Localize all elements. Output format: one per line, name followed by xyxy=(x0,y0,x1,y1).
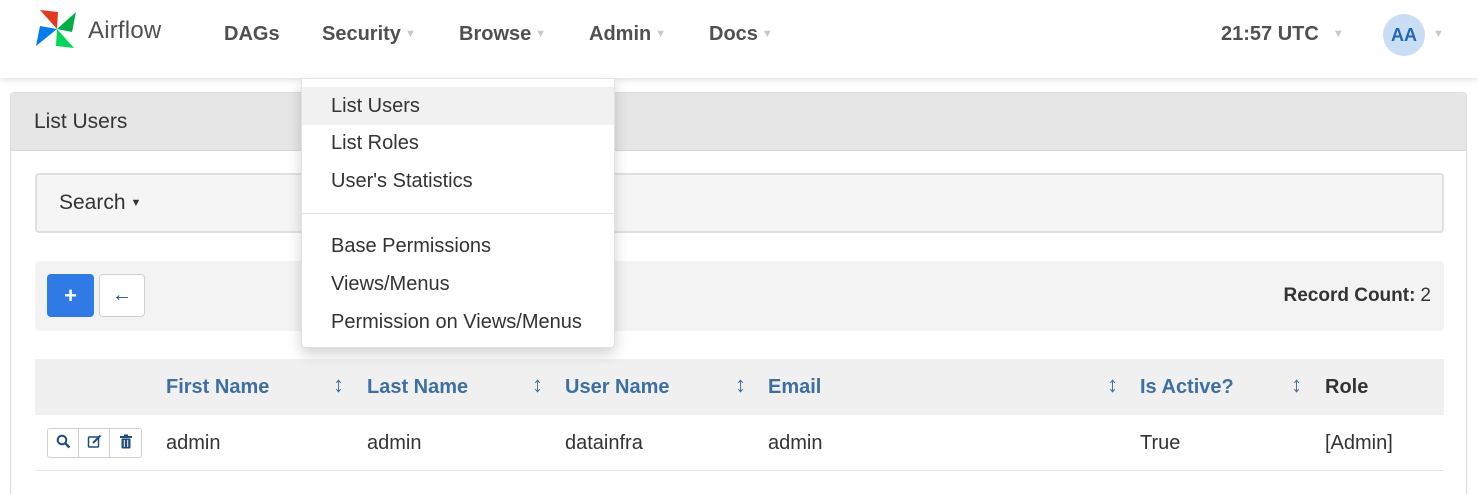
chevron-down-icon: ▼ xyxy=(404,28,416,40)
search-toggle[interactable]: Search ▼ xyxy=(35,173,1444,233)
clock-label: 21:57 UTC xyxy=(1221,22,1319,45)
trash-icon xyxy=(119,434,133,453)
nav-docs-label: Docs xyxy=(709,22,758,45)
brand[interactable]: Airflow xyxy=(30,4,161,58)
chevron-down-icon: ▼ xyxy=(535,28,547,40)
menu-item-base-permissions[interactable]: Base Permissions xyxy=(302,227,614,265)
record-count-value: 2 xyxy=(1420,285,1431,306)
sort-icon[interactable]: ↕ xyxy=(532,359,543,411)
nav-dags-label: DAGs xyxy=(224,22,280,45)
chevron-down-icon: ▼ xyxy=(1332,28,1344,40)
column-last-name[interactable]: Last Name xyxy=(367,359,468,415)
panel-heading: List Users xyxy=(11,93,1466,151)
menu-item-permission-on-views-menus[interactable]: Permission on Views/Menus xyxy=(302,303,614,341)
record-count: Record Count: 2 xyxy=(1283,261,1431,331)
menu-item-list-users[interactable]: List Users xyxy=(302,87,614,125)
cell-role: [Admin] xyxy=(1325,431,1393,454)
row-actions xyxy=(47,428,142,458)
menu-divider xyxy=(302,213,614,214)
show-record-button[interactable] xyxy=(48,429,79,457)
nav-admin[interactable]: Admin ▼ xyxy=(589,18,666,50)
sort-icon[interactable]: ↕ xyxy=(1107,359,1118,411)
nav-browse[interactable]: Browse ▼ xyxy=(459,18,546,50)
edit-icon xyxy=(87,434,102,453)
column-first-name[interactable]: First Name xyxy=(166,359,269,415)
sort-icon[interactable]: ↕ xyxy=(333,359,344,411)
airflow-logo-icon xyxy=(30,2,84,61)
plus-icon: + xyxy=(64,282,77,308)
chevron-down-icon: ▼ xyxy=(761,28,773,40)
menu-item-views-menus[interactable]: Views/Menus xyxy=(302,265,614,303)
list-toolbar: + ← Record Count: 2 xyxy=(35,261,1444,331)
record-count-label: Record Count: xyxy=(1283,285,1416,306)
add-user-button[interactable]: + xyxy=(47,274,94,317)
search-label: Search xyxy=(59,191,126,214)
nav-browse-label: Browse xyxy=(459,22,532,45)
chevron-down-icon[interactable]: ▼ xyxy=(1433,28,1444,40)
table-header: First Name ↕ Last Name ↕ User Name ↕ Ema… xyxy=(35,359,1444,415)
top-navbar: Airflow DAGs Security ▼ Browse ▼ Admin ▼… xyxy=(0,0,1478,78)
cell-user-name: datainfra xyxy=(565,431,643,454)
nav-dags[interactable]: DAGs xyxy=(224,18,280,50)
search-icon xyxy=(56,434,71,453)
cell-first-name: admin xyxy=(166,431,221,454)
column-email[interactable]: Email xyxy=(768,359,821,415)
nav-admin-label: Admin xyxy=(589,22,652,45)
nav-docs[interactable]: Docs ▼ xyxy=(709,18,773,50)
utc-clock[interactable]: 21:57 UTC ▼ xyxy=(1221,18,1344,50)
chevron-down-icon: ▼ xyxy=(655,28,667,40)
menu-item-list-roles[interactable]: List Roles xyxy=(302,124,614,162)
security-dropdown-menu: List Users List Roles User's Statistics … xyxy=(301,78,615,348)
sort-icon[interactable]: ↕ xyxy=(735,359,746,411)
list-users-panel: List Users Search ▼ + ← Record Count: 2 … xyxy=(10,92,1467,494)
edit-record-button[interactable] xyxy=(79,429,110,457)
page-title: List Users xyxy=(34,109,128,133)
nav-security[interactable]: Security ▼ xyxy=(322,18,416,50)
cell-email: admin xyxy=(768,431,823,454)
back-button[interactable]: ← xyxy=(99,274,145,317)
column-is-active[interactable]: Is Active? xyxy=(1140,359,1234,415)
nav-security-label: Security xyxy=(322,22,401,45)
table-row: admin admin datainfra admin True [Admin] xyxy=(35,415,1444,471)
cell-last-name: admin xyxy=(367,431,422,454)
sort-icon[interactable]: ↕ xyxy=(1291,359,1302,411)
avatar[interactable]: AA xyxy=(1383,14,1425,56)
brand-name: Airflow xyxy=(88,17,162,44)
caret-down-icon: ▼ xyxy=(130,197,142,209)
column-role: Role xyxy=(1325,375,1369,398)
cell-is-active: True xyxy=(1140,431,1181,454)
menu-item-users-statistics[interactable]: User's Statistics xyxy=(302,162,614,200)
column-user-name[interactable]: User Name xyxy=(565,359,670,415)
arrow-left-icon: ← xyxy=(112,284,132,306)
delete-record-button[interactable] xyxy=(110,429,141,457)
